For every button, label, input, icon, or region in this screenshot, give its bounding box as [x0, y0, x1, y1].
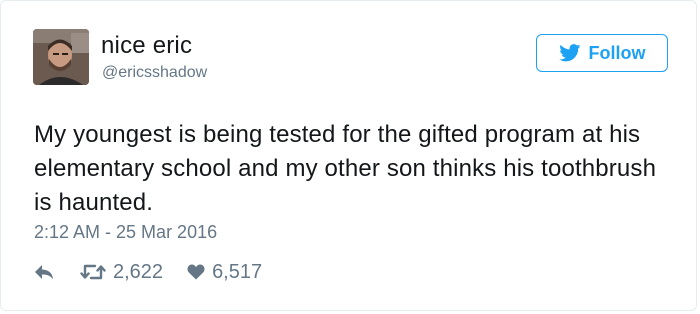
follow-label: Follow — [588, 42, 646, 63]
reply-icon — [34, 263, 54, 281]
twitter-bird-icon — [558, 44, 581, 62]
retweet-count: 2,622 — [113, 260, 164, 283]
avatar-image — [33, 29, 89, 85]
tweet-actions: 2,622 6,517 — [34, 258, 262, 286]
like-button[interactable]: 6,517 — [187, 261, 262, 284]
tweet-text: My youngest is being tested for the gift… — [34, 121, 657, 216]
heart-icon — [187, 264, 205, 280]
retweet-button[interactable]: 2,622 — [80, 261, 163, 284]
avatar[interactable] — [33, 29, 89, 85]
display-name[interactable]: nice eric — [101, 31, 192, 61]
tweet-timestamp[interactable]: 2:12 AM - 25 Mar 2016 — [34, 221, 217, 243]
follow-button[interactable]: Follow — [536, 34, 668, 72]
tweet-card: nice eric @ericsshadow Follow My younges… — [0, 0, 697, 311]
retweet-icon — [80, 263, 106, 281]
like-count: 6,517 — [212, 260, 263, 283]
user-handle[interactable]: @ericsshadow — [102, 63, 207, 83]
reply-button[interactable] — [34, 263, 54, 281]
